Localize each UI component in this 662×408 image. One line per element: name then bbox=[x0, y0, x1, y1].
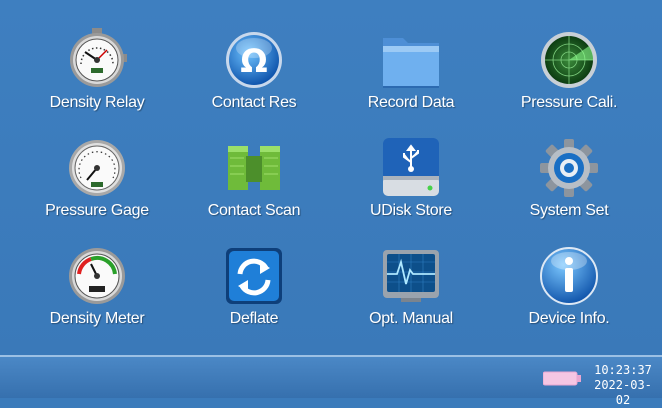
folder-icon bbox=[383, 38, 439, 88]
density-meter-icon bbox=[69, 248, 125, 304]
app-system-set[interactable]: System Set bbox=[494, 136, 644, 236]
radar-icon bbox=[541, 32, 597, 88]
app-label: Density Meter bbox=[49, 310, 145, 327]
app-udisk-store[interactable]: UDisk Store bbox=[336, 136, 486, 236]
app-label: Contact Res bbox=[211, 94, 297, 111]
clock-time: 10:23:37 bbox=[594, 363, 652, 377]
contact-scan-icon bbox=[228, 146, 280, 190]
app-label: Density Relay bbox=[49, 94, 145, 111]
app-density-relay[interactable]: Density Relay bbox=[22, 28, 172, 128]
app-device-info[interactable]: Device Info. bbox=[494, 244, 644, 344]
app-contact-res[interactable]: Ω Contact Res bbox=[179, 28, 329, 128]
app-label: Opt. Manual bbox=[369, 310, 453, 327]
battery-icon bbox=[543, 371, 581, 386]
app-contact-scan[interactable]: Contact Scan bbox=[179, 136, 329, 236]
taskbar: 10:23:37 2022-03-02 bbox=[0, 355, 662, 407]
app-label: System Set bbox=[529, 202, 609, 219]
monitor-heartbeat-icon bbox=[383, 250, 439, 302]
clock: 10:23:37 2022-03-02 bbox=[588, 363, 658, 408]
app-density-meter[interactable]: Density Meter bbox=[22, 244, 172, 344]
app-label: Pressure Gage bbox=[45, 202, 149, 219]
gear-icon bbox=[540, 139, 598, 197]
pressure-gauge-icon bbox=[69, 140, 125, 196]
usb-drive-icon bbox=[383, 138, 439, 196]
app-label: Record Data bbox=[367, 94, 455, 111]
desktop: Density Relay Ω Contact Res Record Data bbox=[0, 0, 662, 355]
app-label: Pressure Cali. bbox=[520, 94, 618, 111]
refresh-arrows-icon bbox=[226, 248, 282, 304]
pressure-gauge-icon bbox=[70, 28, 127, 87]
app-pressure-gage[interactable]: Pressure Gage bbox=[22, 136, 172, 236]
app-pressure-cali[interactable]: Pressure Cali. bbox=[494, 28, 644, 128]
info-icon bbox=[540, 247, 598, 305]
svg-text:Ω: Ω bbox=[240, 42, 267, 80]
app-deflate[interactable]: Deflate bbox=[179, 244, 329, 344]
app-label: Device Info. bbox=[528, 310, 610, 327]
app-label: Deflate bbox=[229, 310, 279, 327]
app-opt-manual[interactable]: Opt. Manual bbox=[336, 244, 486, 344]
clock-date: 2022-03-02 bbox=[594, 378, 652, 407]
app-label: UDisk Store bbox=[369, 202, 453, 219]
app-label: Contact Scan bbox=[207, 202, 301, 219]
app-record-data[interactable]: Record Data bbox=[336, 28, 486, 128]
omega-icon: Ω bbox=[226, 32, 282, 88]
